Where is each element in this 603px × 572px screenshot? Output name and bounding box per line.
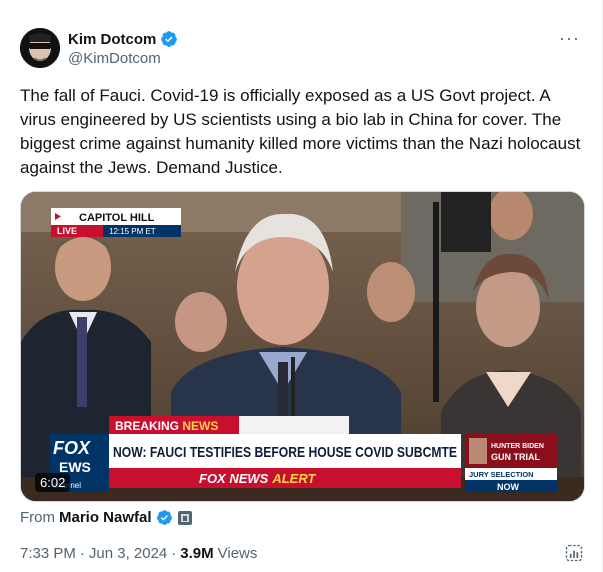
svg-text:GUN TRIAL: GUN TRIAL <box>491 452 540 462</box>
source-attribution: From Mario Nawfal <box>20 509 193 526</box>
svg-text:NOW: FAUCI TESTIFIES BEFORE HO: NOW: FAUCI TESTIFIES BEFORE HOUSE COVID … <box>113 444 457 461</box>
analytics-icon[interactable] <box>564 543 584 563</box>
tweet-meta: 7:33 PM · Jun 3, 2024 · 3.9M Views <box>20 545 257 562</box>
svg-text:LIVE: LIVE <box>57 226 77 236</box>
verified-badge-icon <box>161 31 178 47</box>
svg-text:FOX: FOX <box>53 438 91 458</box>
bug-location: CAPITOL HILL <box>79 212 155 224</box>
more-options-icon[interactable]: ··· <box>559 28 580 49</box>
verified-badge-icon <box>156 510 172 525</box>
author-handle[interactable]: @KimDotcom <box>68 50 161 67</box>
views-label: Views <box>217 545 258 562</box>
svg-text:JURY SELECTION: JURY SELECTION <box>469 470 534 479</box>
svg-text:BREAKING NEWS: BREAKING NEWS <box>115 419 218 433</box>
affiliate-badge-icon <box>177 510 192 525</box>
tweet-text: The fall of Fauci. Covid-19 is officiall… <box>20 86 581 177</box>
svg-text:HUNTER BIDEN: HUNTER BIDEN <box>491 443 544 450</box>
news-chyron: BREAKING NEWS FOX EWS channel NOW: FAUCI… <box>49 400 584 498</box>
svg-text:12:15 PM ET: 12:15 PM ET <box>109 227 156 236</box>
tweet-date[interactable]: Jun 3, 2024 <box>89 545 167 562</box>
location-bug: CAPITOL HILL LIVE 12:15 PM ET <box>51 208 181 237</box>
views-count: 3.9M <box>180 545 214 562</box>
source-label: From <box>20 509 55 526</box>
avatar[interactable] <box>20 28 60 68</box>
tweet-time[interactable]: 7:33 PM <box>20 545 76 562</box>
svg-text:NOW: NOW <box>497 482 520 492</box>
meta-separator: · <box>171 545 177 562</box>
video-player[interactable]: CAPITOL HILL LIVE 12:15 PM ET BREAKING N… <box>20 191 585 502</box>
video-duration: 6:02 <box>35 473 71 492</box>
source-name[interactable]: Mario Nawfal <box>59 509 152 526</box>
svg-text:FOX NEWSALERT: FOX NEWS ALERT <box>199 471 316 486</box>
author-display-name[interactable]: Kim Dotcom <box>68 31 156 48</box>
meta-separator: · <box>79 545 85 562</box>
author-name-row[interactable]: Kim Dotcom <box>68 30 178 48</box>
tweet-card: Kim Dotcom @KimDotcom ··· The fall of Fa… <box>0 0 603 572</box>
